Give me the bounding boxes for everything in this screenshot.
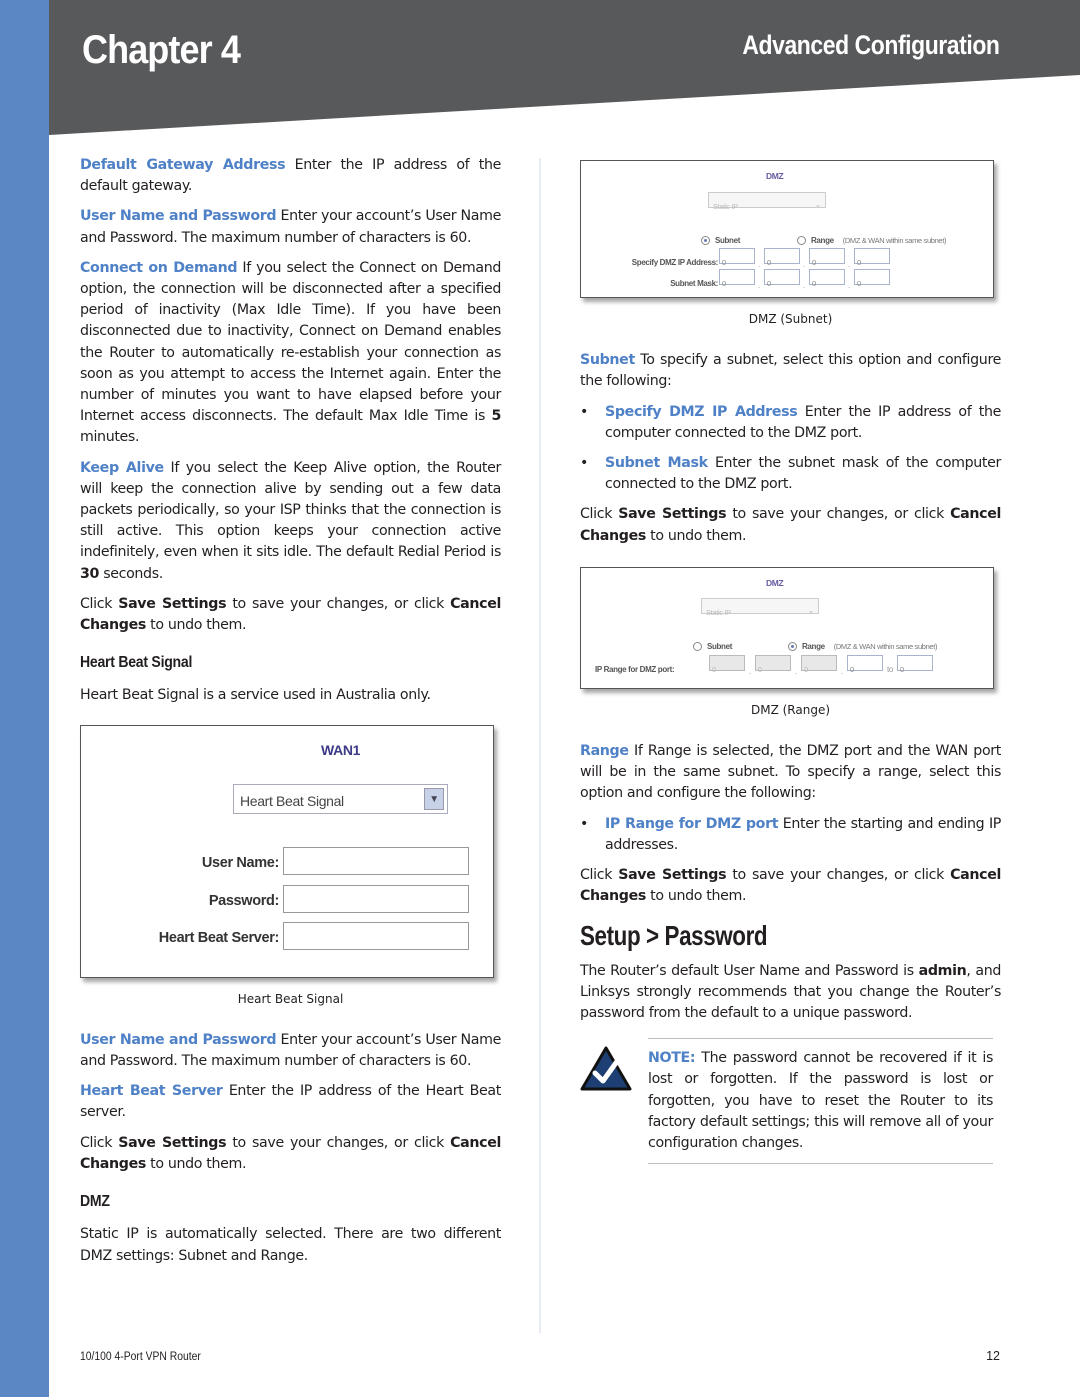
radio-selected-icon xyxy=(788,641,797,651)
ip-octet-2[interactable]: 0 xyxy=(764,248,800,267)
field-label: User Name: xyxy=(201,854,279,871)
bullet-icon: • xyxy=(580,403,589,420)
term: Subnet xyxy=(580,352,635,369)
ip-octet-3[interactable]: 0 xyxy=(809,248,845,267)
mask-octet-4[interactable]: 0 xyxy=(854,269,890,288)
right-column: DMZ Static IP ⌄ Subnet Range (DMZ & WAN wi… xyxy=(580,155,1001,1165)
figure-caption: DMZ (Range) xyxy=(750,702,831,717)
figure-title: DMZ xyxy=(766,577,784,588)
accent-side-bar xyxy=(0,0,49,1397)
range-octet-3[interactable]: 0 xyxy=(801,654,837,674)
note-bottom-rule xyxy=(648,1163,993,1165)
footer-page-number: 12 xyxy=(986,1349,1000,1363)
radio-unselected-icon xyxy=(693,641,702,651)
bullet-item: • IP Range for DMZ port Enter the startin… xyxy=(580,814,1001,856)
field-label: Heart Beat Server: xyxy=(158,929,280,946)
paragraph-save-settings-4: Click Save Settings to save your changes… xyxy=(580,867,1001,905)
dmz-ip-range-row: IP Range for DMZ port: 0 . 0 . 0 . 0 to … xyxy=(581,654,995,676)
paragraph-user-name-password: User Name and Password Enter your accoun… xyxy=(80,208,501,246)
paragraph-default-gateway: Default Gateway Address Enter the IP add… xyxy=(80,157,502,195)
chapter-title: Chapter 4 xyxy=(82,28,241,72)
radio-selected-icon xyxy=(701,236,710,246)
field-label: Subnet Mask: xyxy=(670,279,718,288)
paragraph-save-settings: Click Save Settings to save your changes… xyxy=(80,595,501,634)
user-name-input[interactable] xyxy=(283,846,469,875)
mask-octet-3[interactable]: 0 xyxy=(809,269,845,288)
paragraph-heart-beat-server: Heart Beat Server Enter the IP address o… xyxy=(80,1083,501,1121)
paragraph-save-settings-3: Click Save Settings to save your changes… xyxy=(580,506,1001,544)
dmz-subnet-mask-row: Subnet Mask: 0 . 0 . 0 . 0 xyxy=(581,269,995,290)
figure-title: DMZ xyxy=(766,171,784,181)
figure-dmz-subnet: DMZ Static IP ⌄ Subnet Range (DMZ & WAN wi… xyxy=(580,160,994,298)
term: User Name and Password xyxy=(80,1031,277,1048)
dmz-ip-address-row: Specify DMZ IP Address: 0 . 0 . 0 . 0 xyxy=(581,248,995,269)
dmz-type-select[interactable]: Static IP ⌄ xyxy=(708,192,826,211)
column-divider xyxy=(539,158,541,1333)
range-octet-2[interactable]: 0 xyxy=(755,654,791,674)
heart-beat-server-input[interactable] xyxy=(283,921,469,950)
to-label: to xyxy=(887,664,893,674)
heading-heart-beat-signal: Heart Beat Signal xyxy=(80,654,193,672)
figure-caption: Heart Beat Signal xyxy=(237,991,344,1006)
footer-product-name: 10/100 4-Port VPN Router xyxy=(80,1351,201,1363)
figure-heart-beat-signal: WAN1 Heart Beat Signal ▼ User Name: Pass… xyxy=(80,724,495,978)
figure-dmz-range: DMZ Static IP ⌄ Subnet Range (DMZ & WAN wi… xyxy=(580,566,995,689)
term: IP Range for DMZ port xyxy=(605,815,779,832)
term: Range xyxy=(580,743,629,760)
dmz-mode-radios: Subnet Range (DMZ & WAN within same subne… xyxy=(581,230,995,246)
paragraph-range: Range If Range is selected, the DMZ port… xyxy=(580,743,1001,802)
term: Keep Alive xyxy=(80,459,164,476)
password-row: Password: xyxy=(81,884,495,915)
note-text: NOTE: The password cannot be recovered i… xyxy=(648,1050,993,1152)
paragraph-subnet: Subnet To specify a subnet, select this … xyxy=(580,352,1001,390)
bullet-item: • Specify DMZ IP Address Enter the IP add… xyxy=(580,402,1001,444)
term: Heart Beat Server xyxy=(80,1083,223,1100)
ip-octet-4[interactable]: 0 xyxy=(854,248,890,267)
figure-caption: DMZ (Subnet) xyxy=(748,312,833,326)
chevron-down-icon: ⌄ xyxy=(814,200,822,209)
dmz-type-select[interactable]: Static IP ⌄ xyxy=(701,597,819,617)
heart-beat-server-row: Heart Beat Server: xyxy=(81,921,495,952)
figure-title: WAN1 xyxy=(321,741,361,758)
field-label: IP Range for DMZ port: xyxy=(595,664,675,674)
radio-unselected-icon xyxy=(797,236,806,246)
paragraph-password: The Router’s default User Name and Passw… xyxy=(580,962,1001,1022)
paragraph-user-name-password-2: User Name and Password Enter your accoun… xyxy=(80,1031,501,1070)
password-input[interactable] xyxy=(283,884,469,913)
connection-type-select[interactable]: Heart Beat Signal ▼ xyxy=(233,783,448,814)
checkmark-note-icon xyxy=(580,1046,632,1091)
term: Connect on Demand xyxy=(80,259,238,276)
heading-dmz: DMZ xyxy=(80,1193,110,1211)
user-name-row: User Name: xyxy=(81,846,495,877)
bullet-icon: • xyxy=(580,455,589,472)
paragraph-keep-alive: Keep Alive If you select the Keep Alive … xyxy=(80,459,501,582)
mask-octet-1[interactable]: 0 xyxy=(719,269,755,288)
field-label: Password: xyxy=(208,892,280,909)
heading-setup-password: Setup > Password xyxy=(580,920,768,952)
term: Specify DMZ IP Address xyxy=(605,403,798,420)
range-end-octet-4[interactable]: 0 xyxy=(897,654,933,674)
term: Default Gateway Address xyxy=(80,157,286,173)
section-title: Advanced Configuration xyxy=(742,30,1001,60)
bullet-item: • Subnet Mask Enter the subnet mask of th… xyxy=(580,453,1001,495)
paragraph-hbs-intro: Heart Beat Signal is a service used in A… xyxy=(80,687,431,704)
left-column: Default Gateway Address Enter the IP add… xyxy=(80,155,501,1276)
paragraph-save-settings-2: Click Save Settings to save your changes… xyxy=(80,1134,501,1172)
ip-octet-1[interactable]: 0 xyxy=(719,248,755,267)
paragraph-connect-on-demand: Connect on Demand If you select the Conn… xyxy=(80,259,502,446)
range-octet-1[interactable]: 0 xyxy=(709,654,745,674)
dmz-mode-radios: Subnet Range (DMZ & WAN within same subne… xyxy=(581,636,995,651)
chevron-down-icon: ⌄ xyxy=(807,605,815,615)
mask-octet-2[interactable]: 0 xyxy=(764,269,800,288)
paragraph-dmz-intro: Static IP is automatically selected. The… xyxy=(80,1226,501,1264)
note-box: NOTE: The password cannot be recovered i… xyxy=(580,1038,1001,1165)
chevron-down-icon: ▼ xyxy=(424,787,444,810)
range-start-octet-4[interactable]: 0 xyxy=(847,654,883,674)
term: Subnet Mask xyxy=(605,455,708,472)
bullet-icon: • xyxy=(580,815,589,832)
term: User Name and Password xyxy=(80,208,277,225)
